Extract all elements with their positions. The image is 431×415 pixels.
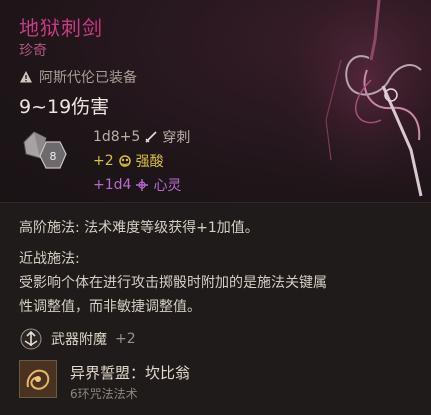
item-tooltip: 地狱刺剑 珍奇 阿斯代伦已装备 9~19伤害 8 1d8+5 穿刺 +2 强酸 — [0, 0, 431, 415]
damage-line-type: 穿刺 — [162, 130, 191, 146]
item-rarity: 珍奇 — [19, 43, 47, 59]
weapon-enchantment: 武器附魔 +2 — [19, 327, 136, 351]
melee-casting-body-1: 受影响个体在进行攻击掷骰时附加的是施法关键属 — [19, 275, 327, 291]
enchantment-label: 武器附魔 — [51, 332, 107, 348]
property-melee-casting: 近战施法: 受影响个体在进行攻击掷骰时附加的是施法关键属 性调整值，而非敏捷调整… — [19, 247, 327, 319]
damage-line-type: 心灵 — [153, 178, 182, 194]
rapier-art-icon — [271, 0, 431, 200]
damage-line-value: 1d8+5 — [93, 129, 141, 145]
damage-line-value: +2 — [93, 153, 114, 169]
melee-casting-title: 近战施法: — [19, 251, 80, 267]
damage-line-value: +1d4 — [93, 177, 132, 193]
spell-subtitle: 6环咒法法术 — [70, 387, 138, 401]
damage-line-psychic: +1d4 心灵 — [93, 175, 181, 195]
enchantment-bonus: +2 — [115, 331, 136, 347]
equipped-note: 阿斯代伦已装备 — [19, 67, 137, 87]
item-name: 地狱刺剑 — [19, 16, 103, 40]
damage-range: 9~19伤害 — [19, 96, 110, 118]
damage-line-type: 强酸 — [135, 154, 164, 170]
section-divider — [0, 202, 431, 203]
dice-label: 8 — [50, 150, 57, 163]
spell-slot[interactable] — [19, 360, 57, 398]
damage-line-piercing: 1d8+5 穿刺 — [93, 127, 190, 147]
psychic-icon — [136, 179, 149, 191]
acid-icon — [118, 155, 131, 167]
damage-line-acid: +2 强酸 — [93, 151, 164, 171]
d8-dice-icon: 8 — [23, 131, 67, 169]
cambion-spell-icon — [20, 361, 56, 397]
spell-name: 异界誓盟：坎比翁 — [70, 364, 191, 382]
rapier-icon — [145, 131, 157, 143]
warning-icon — [20, 71, 32, 83]
equipped-note-text: 阿斯代伦已装备 — [39, 70, 137, 86]
enchantment-icon — [20, 328, 42, 350]
melee-casting-body-2: 性调整值，而非敏捷调整值。 — [19, 299, 201, 315]
property-high-casting: 高阶施法: 法术难度等级获得+1加值。 — [19, 220, 259, 236]
